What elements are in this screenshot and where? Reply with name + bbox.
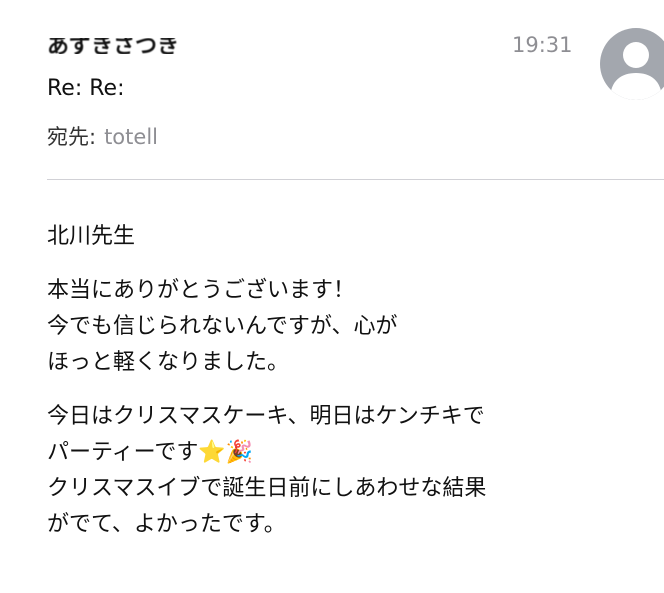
paragraph-2-line-2-text: パーティーです [47, 440, 199, 465]
paragraph-2-line-1: 今日はクリスマスケーキ、明日はケンチキで [47, 404, 485, 429]
greeting-line: 北川先生 [47, 224, 136, 249]
recipient-row[interactable]: 宛先: totell [47, 121, 158, 151]
email-subject: Re: Re: [47, 76, 125, 101]
recipient-value[interactable]: totell [104, 125, 158, 149]
avatar[interactable] [600, 28, 664, 100]
paragraph-2-line-2: パーティーです⭐🎉 [47, 435, 647, 471]
timestamp: 19:31 [512, 33, 573, 57]
sender-name-mask [47, 26, 247, 38]
party-popper-emoji: 🎉 [225, 440, 254, 465]
paragraph-2-line-3: クリスマスイブで誕生日前にしあわせな結果 [47, 476, 487, 501]
paragraph-1: 本当にありがとうございます！ 今でも信じられないんですが、心が ほっと軽くなりま… [47, 273, 647, 381]
recipient-label: 宛先: [47, 125, 97, 149]
greeting: 北川先生 [47, 219, 647, 255]
paragraph-2-line-4: がでて、よかったです。 [47, 512, 286, 537]
paragraph-2: 今日はクリスマスケーキ、明日はケンチキで パーティーです⭐🎉 クリスマスイブで誕… [47, 399, 647, 543]
email-body: 北川先生 本当にありがとうございます！ 今でも信じられないんですが、心が ほっと… [47, 219, 647, 561]
paragraph-1-line-3: ほっと軽くなりました。 [47, 350, 290, 375]
sender-name[interactable]: あずきさつき [47, 26, 247, 54]
paragraph-1-line-1: 本当にありがとうございます！ [47, 278, 356, 303]
email-view: あずきさつき 19:31 Re: Re: 宛先: totell 北川先生 本当にあ… [0, 0, 664, 593]
person-silhouette-icon [610, 42, 662, 100]
star-emoji: ⭐ [198, 440, 226, 465]
header-divider [47, 179, 664, 180]
paragraph-1-line-2: 今でも信じられないんですが、心が [47, 314, 398, 339]
